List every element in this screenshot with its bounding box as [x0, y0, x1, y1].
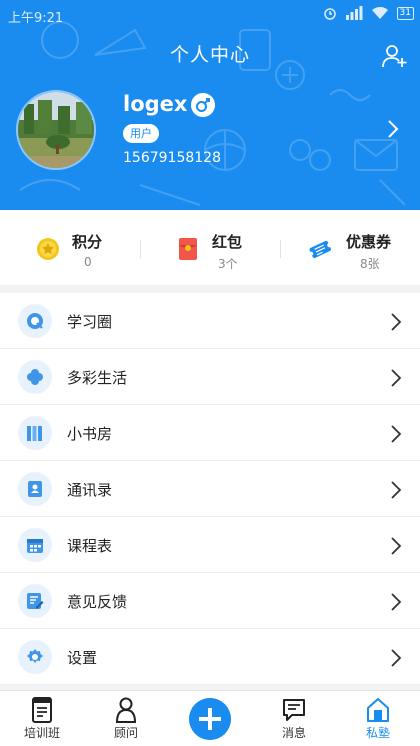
chevron-right-icon — [391, 649, 402, 667]
calendar-icon — [27, 539, 43, 553]
stat-red-envelope[interactable]: 红包 3个 — [140, 210, 280, 285]
menu-item-study-room[interactable]: 小书房 — [0, 405, 420, 461]
username: logex — [123, 92, 188, 116]
settings-gear-icon — [27, 649, 43, 663]
signal-icon — [345, 6, 363, 20]
red-envelope-icon — [179, 238, 197, 260]
chevron-right-icon — [391, 369, 402, 387]
menu-label: 小书房 — [67, 425, 113, 443]
tab-private-school[interactable]: 私塾 — [336, 691, 420, 746]
menu-label: 意见反馈 — [67, 593, 128, 611]
tab-training[interactable]: 培训班 — [0, 691, 84, 746]
tab-consultant[interactable]: 顾问 — [84, 691, 168, 746]
stat-value: 0 — [84, 255, 92, 269]
stat-label: 积分 — [72, 233, 103, 251]
chevron-right-icon — [391, 537, 402, 555]
document-icon — [32, 697, 52, 723]
add-friend-icon[interactable] — [381, 42, 409, 70]
page-title: 个人中心 — [169, 44, 250, 66]
chevron-right-icon — [391, 425, 402, 443]
status-bar: 上午9:21 31 — [0, 0, 420, 28]
person-icon — [115, 697, 137, 723]
menu-label: 学习圈 — [67, 313, 113, 331]
coin-star-icon — [37, 238, 59, 260]
contacts-book-icon — [28, 481, 42, 497]
tab-label: 消息 — [281, 726, 306, 740]
chevron-right-icon — [391, 593, 402, 611]
menu-item-study-circle[interactable]: 学习圈 — [0, 293, 420, 349]
edit-note-icon — [27, 593, 44, 609]
stat-value: 8张 — [360, 257, 380, 271]
tab-add[interactable] — [168, 691, 252, 746]
avatar[interactable] — [16, 90, 96, 170]
phone-number: 15679158128 — [123, 150, 221, 166]
wifi-icon — [371, 7, 388, 19]
menu-item-colorful-life[interactable]: 多彩生活 — [0, 349, 420, 405]
clover-icon — [27, 369, 43, 385]
tab-label: 顾问 — [113, 726, 138, 740]
stat-coupons[interactable]: 优惠券 8张 — [280, 210, 420, 285]
menu-label: 课程表 — [67, 537, 113, 555]
plus-icon — [189, 698, 231, 740]
stat-label: 红包 — [212, 233, 243, 251]
tab-label: 私塾 — [365, 726, 390, 740]
alarm-icon — [323, 8, 336, 20]
menu-list: 学习圈 多彩生活 小书房 通讯录 课程表 意见反馈 设置 — [0, 293, 420, 685]
stat-value: 3个 — [218, 257, 238, 271]
menu-label: 多彩生活 — [67, 369, 128, 387]
tab-messages[interactable]: 消息 — [252, 691, 336, 746]
tab-label: 培训班 — [23, 726, 60, 740]
coupon-ticket-icon — [309, 240, 332, 259]
stats-card: 积分 0 红包 3个 优惠券 8张 — [0, 210, 420, 285]
books-icon — [27, 426, 42, 441]
chat-bubble-icon — [27, 313, 43, 329]
male-gender-icon — [191, 93, 215, 117]
home-icon — [367, 698, 389, 722]
stat-points[interactable]: 积分 0 — [0, 210, 140, 285]
bottom-tab-bar: 培训班 顾问 消息 私塾 — [0, 690, 420, 746]
chevron-right-icon[interactable] — [385, 118, 401, 140]
chevron-right-icon — [391, 313, 402, 331]
battery-icon: 31 — [396, 6, 414, 20]
chevron-right-icon — [391, 481, 402, 499]
stat-label: 优惠券 — [346, 233, 392, 251]
menu-label: 通讯录 — [67, 481, 113, 499]
status-time: 上午9:21 — [8, 11, 64, 26]
menu-item-contacts[interactable]: 通讯录 — [0, 461, 420, 517]
profile-header: 上午9:21 31 个人中心 logex 用户 15679158128 — [0, 0, 420, 210]
role-badge: 用户 — [123, 124, 159, 143]
menu-item-feedback[interactable]: 意见反馈 — [0, 573, 420, 629]
menu-item-timetable[interactable]: 课程表 — [0, 517, 420, 573]
menu-item-settings[interactable]: 设置 — [0, 629, 420, 685]
menu-label: 设置 — [67, 649, 98, 667]
message-icon — [283, 699, 305, 721]
